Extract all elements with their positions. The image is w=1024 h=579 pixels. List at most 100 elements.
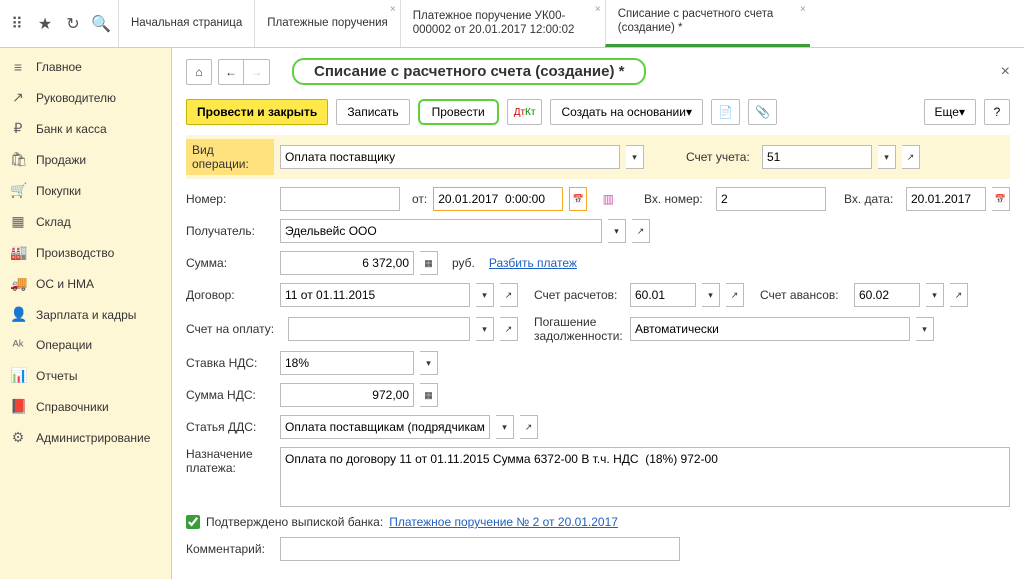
purpose-input[interactable] <box>280 447 1010 507</box>
calc-acc-input[interactable] <box>630 283 696 307</box>
back-button[interactable]: ← <box>218 59 244 85</box>
vat-sum-calc[interactable]: ▦ <box>420 383 438 407</box>
adv-acc-dropdown[interactable]: ▾ <box>926 283 944 307</box>
invoice-open[interactable]: ↗ <box>500 317 518 341</box>
tab-1[interactable]: Платежные поручения× <box>254 0 399 47</box>
sidebar-item-label: Администрирование <box>36 431 150 445</box>
number-label: Номер: <box>186 192 274 206</box>
tab-3[interactable]: Списание с расчетного счета (создание) *… <box>605 0 810 47</box>
contract-input[interactable] <box>280 283 470 307</box>
post-close-button[interactable]: Провести и закрыть <box>186 99 328 125</box>
account-dropdown[interactable]: ▾ <box>878 145 896 169</box>
in-number-input[interactable] <box>716 187 826 211</box>
in-date-calendar[interactable]: 📅 <box>992 187 1010 211</box>
payee-dropdown[interactable]: ▾ <box>608 219 626 243</box>
dds-input[interactable] <box>280 415 490 439</box>
sidebar-item-11[interactable]: 📕 Справочники <box>0 391 171 422</box>
date-input[interactable] <box>433 187 563 211</box>
dds-label: Статья ДДС: <box>186 420 274 434</box>
vat-sum-input[interactable] <box>280 383 414 407</box>
adv-acc-open[interactable]: ↗ <box>950 283 968 307</box>
sidebar-item-label: Главное <box>36 60 82 74</box>
confirmed-link[interactable]: Платежное поручение № 2 от 20.01.2017 <box>389 515 618 529</box>
tab-close-icon[interactable]: × <box>595 4 601 15</box>
sidebar-item-2[interactable]: ₽Банк и касса <box>0 113 171 144</box>
account-open[interactable]: ↗ <box>902 145 920 169</box>
vat-rate-dropdown[interactable]: ▾ <box>420 351 438 375</box>
sidebar-item-7[interactable]: 🚚ОС и НМА <box>0 268 171 299</box>
in-number-label: Вх. номер: <box>644 192 710 206</box>
adv-acc-input[interactable] <box>854 283 920 307</box>
help-button[interactable]: ? <box>984 99 1010 125</box>
sidebar-item-8[interactable]: 👤Зарплата и кадры <box>0 299 171 330</box>
confirmed-label: Подтверждено выпиской банка: <box>206 515 383 529</box>
more-button[interactable]: Еще ▾ <box>924 99 976 125</box>
search-icon[interactable]: 🔍 <box>90 13 112 35</box>
calc-acc-dropdown[interactable]: ▾ <box>702 283 720 307</box>
account-input[interactable] <box>762 145 872 169</box>
home-button[interactable]: ⌂ <box>186 59 212 85</box>
forward-button[interactable]: → <box>244 59 270 85</box>
sidebar-item-label: Операции <box>36 338 92 352</box>
sidebar-item-0[interactable]: ≡Главное <box>0 52 171 82</box>
apps-icon[interactable]: ⠿ <box>6 13 28 35</box>
tab-close-icon[interactable]: × <box>800 4 806 15</box>
sum-calc[interactable]: ▦ <box>420 251 438 275</box>
save-button[interactable]: Записать <box>336 99 409 125</box>
sidebar: ≡Главное↗Руководителю₽Банк и касса🛍Прода… <box>0 48 172 579</box>
dt-kt-button[interactable]: ДтКт <box>507 99 543 125</box>
star-icon[interactable]: ★ <box>34 13 56 35</box>
doc-icon[interactable]: ▥ <box>597 188 619 210</box>
close-icon[interactable]: × <box>1001 63 1010 81</box>
calendar-icon[interactable]: 📅 <box>569 187 587 211</box>
create-basis-button[interactable]: Создать на основании ▾ <box>550 99 703 125</box>
sidebar-icon: ᴬᵏ <box>10 337 26 353</box>
sidebar-item-label: Банк и касса <box>36 122 107 136</box>
adv-acc-label: Счет авансов: <box>760 288 848 302</box>
confirmed-checkbox[interactable] <box>186 515 200 529</box>
sum-input[interactable] <box>280 251 414 275</box>
sidebar-item-label: Отчеты <box>36 369 77 383</box>
payee-open[interactable]: ↗ <box>632 219 650 243</box>
op-type-input[interactable] <box>280 145 620 169</box>
sidebar-item-1[interactable]: ↗Руководителю <box>0 82 171 113</box>
clip-button[interactable]: 📎 <box>748 99 777 125</box>
invoice-input[interactable] <box>288 317 470 341</box>
invoice-dropdown[interactable]: ▾ <box>476 317 494 341</box>
tab-close-icon[interactable]: × <box>390 4 396 15</box>
split-payment-link[interactable]: Разбить платеж <box>489 256 577 270</box>
sidebar-icon: 📕 <box>10 398 26 415</box>
in-date-input[interactable] <box>906 187 986 211</box>
contract-open[interactable]: ↗ <box>500 283 518 307</box>
attach-button[interactable]: 📄 <box>711 99 740 125</box>
sidebar-item-label: Продажи <box>36 153 86 167</box>
sidebar-icon: 👤 <box>10 306 26 323</box>
dds-dropdown[interactable]: ▾ <box>496 415 514 439</box>
vat-rate-input[interactable] <box>280 351 414 375</box>
sidebar-icon: 🏭 <box>10 244 26 261</box>
post-button[interactable]: Провести <box>418 99 499 125</box>
sidebar-item-10[interactable]: 📊Отчеты <box>0 360 171 391</box>
sidebar-item-5[interactable]: ▦Склад <box>0 206 171 237</box>
history-icon[interactable]: ↻ <box>62 13 84 35</box>
dds-open[interactable]: ↗ <box>520 415 538 439</box>
contract-dropdown[interactable]: ▾ <box>476 283 494 307</box>
debt-dropdown[interactable]: ▾ <box>916 317 934 341</box>
sidebar-item-label: Справочники <box>36 400 109 414</box>
comment-input[interactable] <box>280 537 680 561</box>
sidebar-item-12[interactable]: ⚙Администрирование <box>0 422 171 453</box>
tab-2[interactable]: Платежное поручение УК00-000002 от 20.01… <box>400 0 605 47</box>
op-type-dropdown[interactable]: ▾ <box>626 145 644 169</box>
sidebar-item-9[interactable]: ᴬᵏ Операции <box>0 330 171 360</box>
calc-acc-open[interactable]: ↗ <box>726 283 744 307</box>
tab-0[interactable]: Начальная страница <box>118 0 254 47</box>
debt-label2: задолженности: <box>534 329 624 343</box>
payee-input[interactable] <box>280 219 602 243</box>
content: ⌂ ← → Списание с расчетного счета (созда… <box>172 48 1024 579</box>
debt-input[interactable] <box>630 317 910 341</box>
sidebar-item-3[interactable]: 🛍Продажи <box>0 144 171 175</box>
vat-sum-label: Сумма НДС: <box>186 388 274 402</box>
number-input[interactable] <box>280 187 400 211</box>
sidebar-item-6[interactable]: 🏭Производство <box>0 237 171 268</box>
sidebar-item-4[interactable]: 🛒Покупки <box>0 175 171 206</box>
